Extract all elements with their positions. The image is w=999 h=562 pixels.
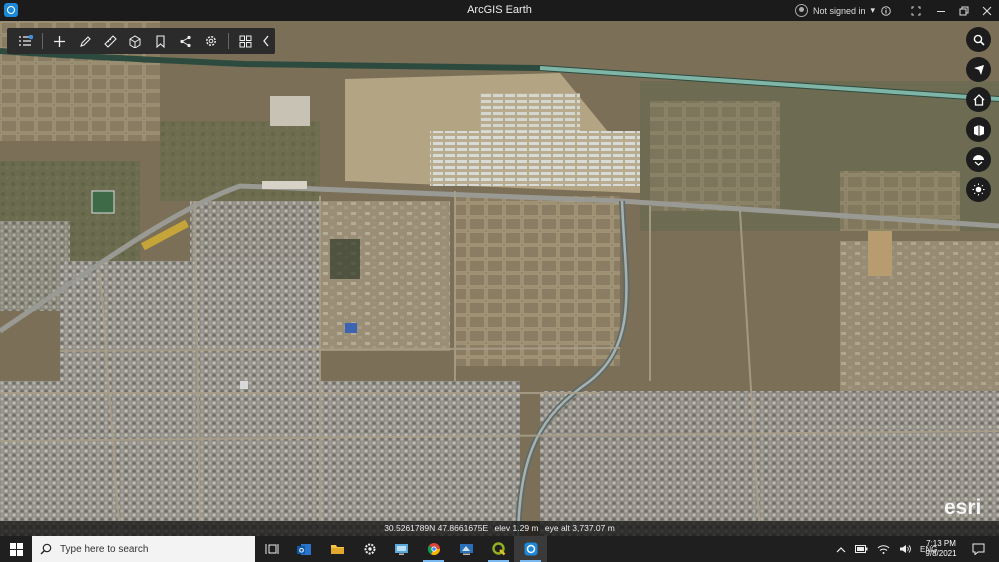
arcgis-earth-window: ArcGIS Earth Not signed in ▾ esri 30.526… [0, 0, 999, 562]
close-icon [982, 6, 992, 15]
map-toolbar [7, 28, 275, 54]
home-icon [973, 93, 984, 106]
draw-button[interactable] [72, 28, 97, 54]
svg-text:O: O [299, 547, 304, 554]
remote-desktop-icon [395, 543, 408, 555]
user-label: Not signed in [813, 5, 866, 16]
settings-button[interactable] [198, 28, 223, 54]
file-explorer-button[interactable] [321, 536, 354, 562]
settings-icon [206, 36, 217, 46]
share-button[interactable] [173, 28, 198, 54]
chrome-button[interactable] [417, 536, 450, 562]
minimize-button[interactable] [929, 0, 953, 21]
satellite-map-view[interactable] [0, 21, 999, 536]
measure-button[interactable] [98, 28, 123, 54]
elevation-readout: elev 1.29 m [494, 523, 539, 533]
collapse-chevron-icon [263, 35, 269, 47]
clock[interactable]: 7:13 PM 9/8/2021 [920, 539, 962, 559]
app-icon [460, 543, 473, 555]
restore-button[interactable] [952, 0, 976, 21]
layers-button[interactable] [13, 28, 38, 54]
minimize-icon [937, 10, 945, 12]
remote-desktop-button[interactable] [385, 536, 418, 562]
settings-app-button[interactable] [353, 536, 386, 562]
arcgis-earth-taskbar-button[interactable] [514, 536, 547, 562]
battery-icon[interactable] [855, 545, 868, 553]
tilt-icon [973, 154, 984, 166]
qgis-icon [491, 542, 505, 556]
app-button[interactable] [450, 536, 483, 562]
notification-center-button[interactable] [972, 536, 985, 562]
qgis-button[interactable] [482, 536, 515, 562]
avatar-icon [795, 4, 808, 17]
toolbar-divider [42, 33, 44, 49]
arcgis-earth-icon [524, 542, 537, 556]
notification-icon [972, 543, 985, 555]
outlook-icon: O [297, 543, 311, 555]
clock-date: 9/8/2021 [925, 549, 957, 558]
task-view-icon [265, 544, 278, 554]
basemap-icon [973, 124, 984, 136]
navigate-icon [973, 64, 984, 75]
add-icon [54, 35, 66, 47]
outlook-button[interactable]: O [288, 536, 321, 562]
search-placeholder: Type here to search [60, 543, 149, 555]
bookmark-icon [156, 34, 165, 48]
info-icon [881, 5, 891, 16]
taskbar-search-box[interactable]: Type here to search [32, 536, 255, 562]
navigate-button[interactable] [966, 57, 991, 82]
apps-button[interactable] [233, 28, 258, 54]
windows-logo-icon [9, 542, 23, 556]
file-explorer-icon [331, 545, 344, 554]
share-icon [180, 35, 191, 47]
close-button[interactable] [975, 0, 999, 21]
windows-taskbar: Type here to search O ENG 7:13 PM 9/8/20… [0, 536, 999, 562]
search-icon [973, 34, 985, 46]
clock-time: 7:13 PM [926, 539, 956, 548]
title-bar: ArcGIS Earth Not signed in ▾ [0, 0, 999, 21]
user-menu[interactable]: Not signed in ▾ [795, 2, 875, 19]
info-button[interactable] [874, 0, 898, 21]
imagery-layer [0, 21, 999, 536]
draw-icon [79, 35, 91, 47]
measure-icon [103, 34, 117, 48]
toolbar-divider [227, 33, 229, 49]
3d-analysis-button[interactable] [123, 28, 148, 54]
chrome-icon [427, 543, 440, 556]
coordinate-readout: 30.5261789N 47.8661675E [384, 523, 489, 533]
eye-altitude-readout: eye alt 3,737.07 m [544, 523, 615, 533]
add-data-button[interactable] [47, 28, 72, 54]
coordinate-status-bar: 30.5261789N 47.8661675E elev 1.29 m eye … [0, 521, 999, 536]
search-icon [40, 543, 52, 555]
home-button[interactable] [966, 87, 991, 112]
search-button[interactable] [966, 27, 991, 52]
fullscreen-icon [911, 6, 921, 15]
3d-cube-icon [129, 34, 141, 48]
start-button[interactable] [0, 536, 32, 562]
apps-grid-icon [239, 35, 252, 47]
tilt-button[interactable] [966, 147, 991, 172]
fullscreen-button[interactable] [904, 0, 928, 21]
layers-list-icon [19, 35, 34, 46]
esri-attribution-logo: esri [944, 496, 982, 519]
collapse-toolbar-button[interactable] [258, 28, 275, 54]
volume-icon[interactable] [899, 544, 911, 554]
basemap-button[interactable] [966, 117, 991, 142]
daylight-button[interactable] [966, 177, 991, 202]
daylight-icon [972, 183, 985, 196]
restore-icon [959, 6, 969, 15]
bookmark-button[interactable] [148, 28, 173, 54]
settings-app-icon [364, 543, 375, 555]
tray-chevron-up-icon[interactable] [836, 546, 846, 553]
network-icon[interactable] [877, 544, 890, 554]
task-view-button[interactable] [255, 536, 288, 562]
